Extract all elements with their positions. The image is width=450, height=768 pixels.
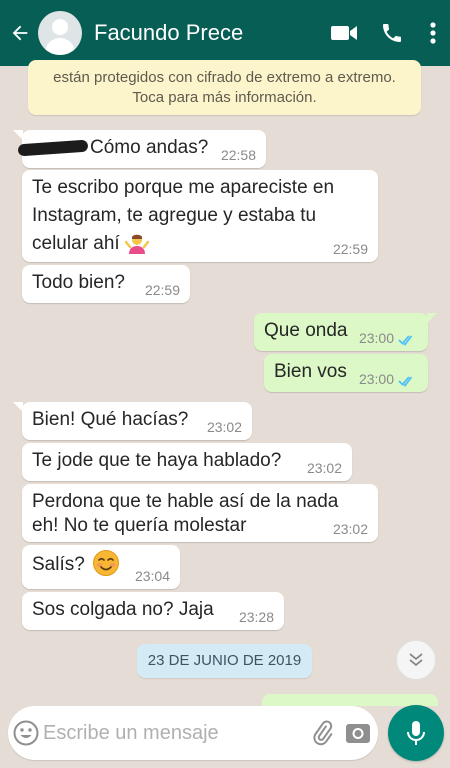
message-input[interactable] [43, 721, 308, 745]
scroll-to-bottom-button[interactable] [396, 640, 436, 680]
message-incoming[interactable]: Perdona que te hable así de la nada eh! … [22, 484, 378, 542]
paperclip-icon [313, 720, 333, 746]
message-time: 23:00 [358, 371, 394, 387]
camera-button[interactable] [339, 706, 378, 760]
message-text: Cómo andas? [90, 137, 209, 158]
more-vert-icon [430, 22, 436, 44]
message-incoming[interactable]: Sos colgada no? Jaja 23:28 [22, 592, 284, 630]
double-check-read-icon [398, 376, 413, 387]
message-incoming[interactable]: Bien! Qué hacías? 23:02 [13, 402, 252, 440]
video-call-icon [331, 26, 357, 40]
back-button[interactable] [2, 0, 38, 66]
message-time: 23:02 [206, 419, 242, 435]
voice-call-button[interactable] [368, 0, 416, 66]
message-text-line: eh! No te quería molestar [32, 515, 247, 536]
video-call-button[interactable] [320, 0, 368, 66]
message-outgoing[interactable]: Que onda 23:00 [254, 313, 437, 351]
message-text-line: Instagram, te agregue y estaba tu [32, 205, 317, 226]
message-time: 22:59 [144, 282, 180, 298]
message-time: 22:58 [220, 147, 256, 163]
phone-icon [383, 24, 401, 42]
message-time: 23:28 [238, 609, 274, 625]
double-chevron-down-icon [409, 653, 423, 667]
chat-header: Facundo Prece [0, 0, 450, 66]
notice-line-2: Toca para más información. [132, 89, 317, 106]
avatar[interactable] [38, 11, 82, 55]
message-incoming[interactable]: Cómo andas? 22:58 [13, 130, 266, 168]
mic-icon [407, 721, 425, 745]
message-text-line: Te escribo porque me apareciste en [32, 177, 335, 198]
camera-icon [346, 724, 371, 743]
message-incoming[interactable]: Salís? 23:04 [22, 545, 180, 589]
arrow-left-icon [12, 25, 28, 41]
message-text: Bien! Qué hacías? [32, 409, 189, 430]
person-shrugging-emoji-icon [124, 234, 149, 254]
message-incoming[interactable]: Te escribo porque me apareciste en Insta… [22, 170, 378, 262]
voice-message-button[interactable] [388, 705, 444, 761]
message-text-line: celular ahí [32, 233, 120, 254]
encryption-notice[interactable]: están protegidos con cifrado de extremo … [28, 60, 421, 115]
message-time: 23:02 [332, 521, 368, 537]
menu-button[interactable] [416, 0, 450, 66]
emoji-icon [13, 720, 38, 746]
smiling-face-emoji-icon [93, 549, 120, 576]
message-time: 23:00 [358, 330, 394, 346]
message-text: Bien vos [274, 361, 347, 382]
notice-line-1: están protegidos con cifrado de extremo … [53, 69, 396, 86]
message-time: 22:59 [332, 241, 368, 257]
message-incoming[interactable]: Te jode que te haya hablado? 23:02 [22, 443, 352, 481]
attach-button[interactable] [308, 706, 339, 760]
message-outgoing[interactable]: Bien vos 23:00 [264, 354, 428, 392]
emoji-button[interactable] [8, 706, 43, 760]
redacted-text [17, 139, 89, 157]
message-composer [8, 706, 378, 760]
date-separator: 23 DE JUNIO DE 2019 [137, 644, 312, 678]
message-time: 23:04 [134, 568, 170, 584]
message-text: Todo bien? [32, 272, 125, 293]
message-text: Te jode que te haya hablado? [32, 450, 282, 471]
double-check-read-icon [398, 335, 413, 346]
message-incoming[interactable]: Todo bien? 22:59 [22, 265, 190, 303]
contact-name[interactable]: Facundo Prece [94, 20, 320, 46]
message-text: Que onda [264, 320, 348, 341]
message-text: Salís? [32, 554, 85, 575]
message-time: 23:02 [306, 460, 342, 476]
message-outgoing-partial[interactable] [262, 694, 438, 706]
message-text: Sos colgada no? Jaja [32, 599, 214, 620]
